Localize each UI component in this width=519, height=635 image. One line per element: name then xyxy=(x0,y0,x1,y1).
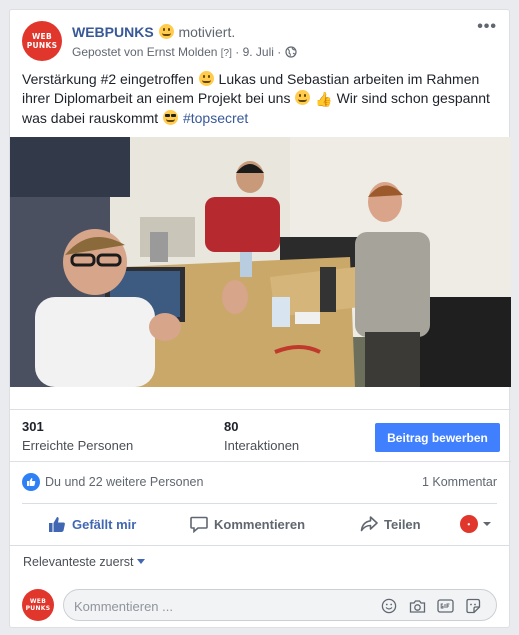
sunglasses-emoji-icon xyxy=(163,110,179,125)
hashtag-link[interactable]: #topsecret xyxy=(183,110,248,126)
post-text: Verstärkung #2 eingetroffen Lukas und Se… xyxy=(22,70,502,128)
like-icon xyxy=(49,517,65,532)
more-icon[interactable]: ••• xyxy=(477,19,497,35)
gif-icon[interactable] xyxy=(436,597,454,615)
share-button[interactable]: Teilen xyxy=(360,510,421,538)
share-label: Teilen xyxy=(384,516,421,532)
feeling-emoji-icon xyxy=(158,24,174,39)
smile-emoji-icon xyxy=(295,90,311,105)
comment-input[interactable] xyxy=(74,596,354,616)
camera-icon[interactable] xyxy=(408,597,426,615)
promote-post-button[interactable]: Beitrag bewerben xyxy=(375,423,500,452)
comment-button[interactable]: Kommentieren xyxy=(190,510,305,538)
reached-count: 301 xyxy=(22,419,44,434)
page-name-link[interactable]: WEBPUNKS xyxy=(72,24,154,40)
comment-sort-dropdown[interactable]: Relevanteste zuerst xyxy=(23,555,146,569)
post-date[interactable]: 9. Juli xyxy=(243,45,274,59)
reached-stat[interactable]: 301 Erreichte Personen xyxy=(22,419,133,453)
post-meta: Gepostet von Ernst Molden [?] · 9. Juli … xyxy=(72,45,297,61)
emoji-icon[interactable] xyxy=(380,597,398,615)
composer-avatar[interactable]: WEB PUNKS xyxy=(22,589,54,621)
like-button[interactable]: Gefällt mir xyxy=(48,510,136,538)
meta-separator: · xyxy=(277,45,282,59)
thumbs-up-emoji-icon: 👍 xyxy=(315,91,333,107)
page-avatar[interactable]: WEB PUNKS xyxy=(22,21,62,61)
sticker-icon[interactable] xyxy=(464,597,482,615)
comment-label: Kommentieren xyxy=(214,516,306,532)
interactions-label: Interaktionen xyxy=(224,438,300,453)
chevron-down-icon xyxy=(483,522,491,526)
like-reaction-icon[interactable] xyxy=(22,473,40,491)
reactions-bar: Du und 22 weitere Personen 1 Kommentar xyxy=(22,472,497,494)
avatar-text-line1: WEB xyxy=(31,31,52,41)
comments-count[interactable]: 1 Kommentar xyxy=(422,475,497,489)
post-header: WEB PUNKS WEBPUNKS motiviert. Gepostet v… xyxy=(22,19,497,65)
divider xyxy=(22,503,497,504)
reached-label: Erreichte Personen xyxy=(22,438,134,453)
post-as-selector[interactable]: ● xyxy=(460,510,492,538)
avatar-text-line2: PUNKS xyxy=(25,604,51,612)
photo-illustration xyxy=(10,137,511,387)
post-title-line: WEBPUNKS motiviert. xyxy=(72,24,235,40)
help-mark[interactable]: [?] xyxy=(221,48,232,59)
meta-separator: · xyxy=(235,45,240,59)
sort-label: Relevanteste zuerst xyxy=(23,555,134,569)
page-avatar-small: ● xyxy=(460,515,478,533)
comment-box xyxy=(63,589,497,621)
action-bar: Gefällt mir Kommentieren Teilen ● xyxy=(22,510,497,540)
post-photo[interactable] xyxy=(10,137,511,387)
like-label: Gefällt mir xyxy=(72,516,137,532)
globe-icon[interactable] xyxy=(285,46,297,61)
avatar-text-line1: WEB xyxy=(29,597,47,605)
reactions-summary[interactable]: Du und 22 weitere Personen xyxy=(45,475,203,489)
post-text-part1: Verstärkung #2 eingetroffen xyxy=(22,71,194,87)
share-icon xyxy=(360,516,378,532)
avatar-text-line2: PUNKS xyxy=(26,41,58,50)
divider xyxy=(10,545,509,546)
post-card: WEB PUNKS WEBPUNKS motiviert. Gepostet v… xyxy=(9,9,511,628)
grin-emoji-icon xyxy=(198,71,214,86)
interactions-stat[interactable]: 80 Interaktionen xyxy=(224,419,299,453)
comment-icon xyxy=(190,516,208,533)
insights-bar: 301 Erreichte Personen 80 Interaktionen … xyxy=(10,409,511,462)
posted-by[interactable]: Gepostet von Ernst Molden xyxy=(72,45,217,59)
feeling-text: motiviert. xyxy=(178,24,236,40)
comment-composer: WEB PUNKS xyxy=(22,588,497,622)
caret-down-icon xyxy=(137,559,146,564)
interactions-count: 80 xyxy=(224,419,239,434)
